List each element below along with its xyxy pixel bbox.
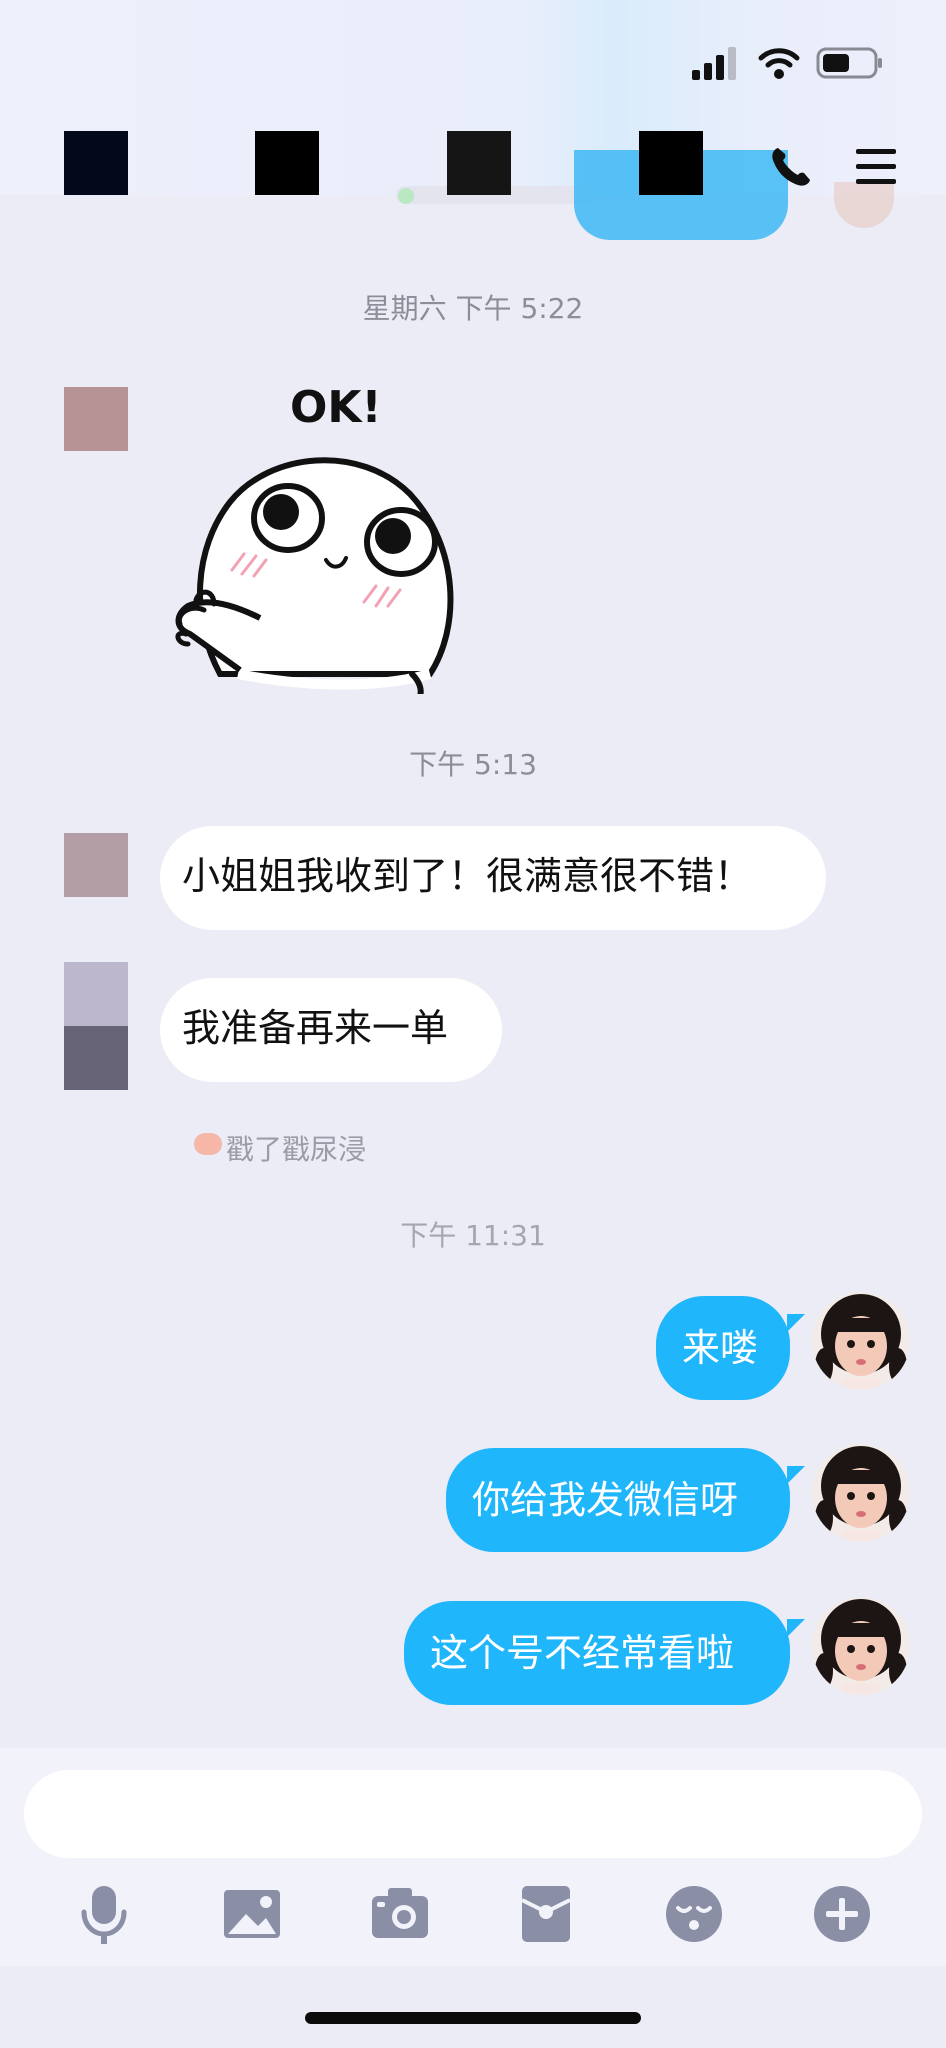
ok-ghost-sticker (175, 457, 454, 694)
avatar[interactable] (64, 962, 128, 1026)
outgoing-message-bubble[interactable]: 这个号不经常看啦 (404, 1601, 790, 1705)
camera-icon[interactable] (368, 1882, 432, 1946)
wifi-icon (758, 48, 800, 79)
previous-avatar (834, 182, 894, 228)
cellular-signal-icon (692, 47, 736, 80)
bubble-tail (787, 1314, 805, 1332)
message-text: 这个号不经常看啦 (430, 1631, 735, 1675)
nav-back-block[interactable] (64, 131, 128, 195)
plus-icon[interactable] (810, 1882, 874, 1946)
avatar[interactable] (812, 1292, 910, 1390)
menu-icon[interactable] (854, 146, 898, 188)
red-packet-icon[interactable] (514, 1882, 578, 1946)
outgoing-message-bubble[interactable]: 你给我发微信呀 (446, 1448, 790, 1552)
outgoing-message-bubble[interactable]: 来喽 (656, 1296, 790, 1400)
microphone-icon[interactable] (72, 1882, 136, 1946)
message-input[interactable] (24, 1770, 922, 1858)
poke-hand-icon (194, 1133, 222, 1155)
poke-notice-text: 戳了戳尿浸 (226, 1133, 367, 1166)
avatar[interactable] (812, 1597, 910, 1695)
nav-title-block-3 (639, 131, 703, 195)
nav-title-block-1 (255, 131, 319, 195)
home-indicator (305, 2012, 641, 2024)
bubble-tail (787, 1466, 805, 1484)
timestamp: 星期六 下午 5:22 (362, 292, 584, 325)
emoji-icon[interactable] (662, 1882, 726, 1946)
avatar[interactable] (812, 1444, 910, 1542)
message-text: 来喽 (682, 1326, 759, 1370)
message-text: 你给我发微信呀 (472, 1478, 739, 1522)
sticker-caption: OK! (290, 382, 382, 433)
sticker-message[interactable]: OK! (170, 382, 500, 694)
timestamp: 下午 11:31 (400, 1219, 546, 1252)
bubble-tail (787, 1619, 805, 1637)
avatar-overlay-block (64, 1026, 128, 1090)
timestamp: 下午 5:13 (409, 748, 537, 781)
avatar[interactable] (64, 833, 128, 897)
battery-icon (816, 47, 882, 79)
image-icon[interactable] (220, 1882, 284, 1946)
phone-icon[interactable] (769, 145, 813, 189)
message-text: 我准备再来一单 (182, 1006, 449, 1050)
message-text: 小姐姐我收到了！很满意很不错！ (182, 854, 753, 898)
incoming-message-bubble[interactable]: 小姐姐我收到了！很满意很不错！ (160, 826, 826, 930)
previous-notice-dot (398, 188, 414, 204)
avatar[interactable] (64, 387, 128, 451)
incoming-message-bubble[interactable]: 我准备再来一单 (160, 978, 502, 1082)
nav-title-block-2 (447, 131, 511, 195)
